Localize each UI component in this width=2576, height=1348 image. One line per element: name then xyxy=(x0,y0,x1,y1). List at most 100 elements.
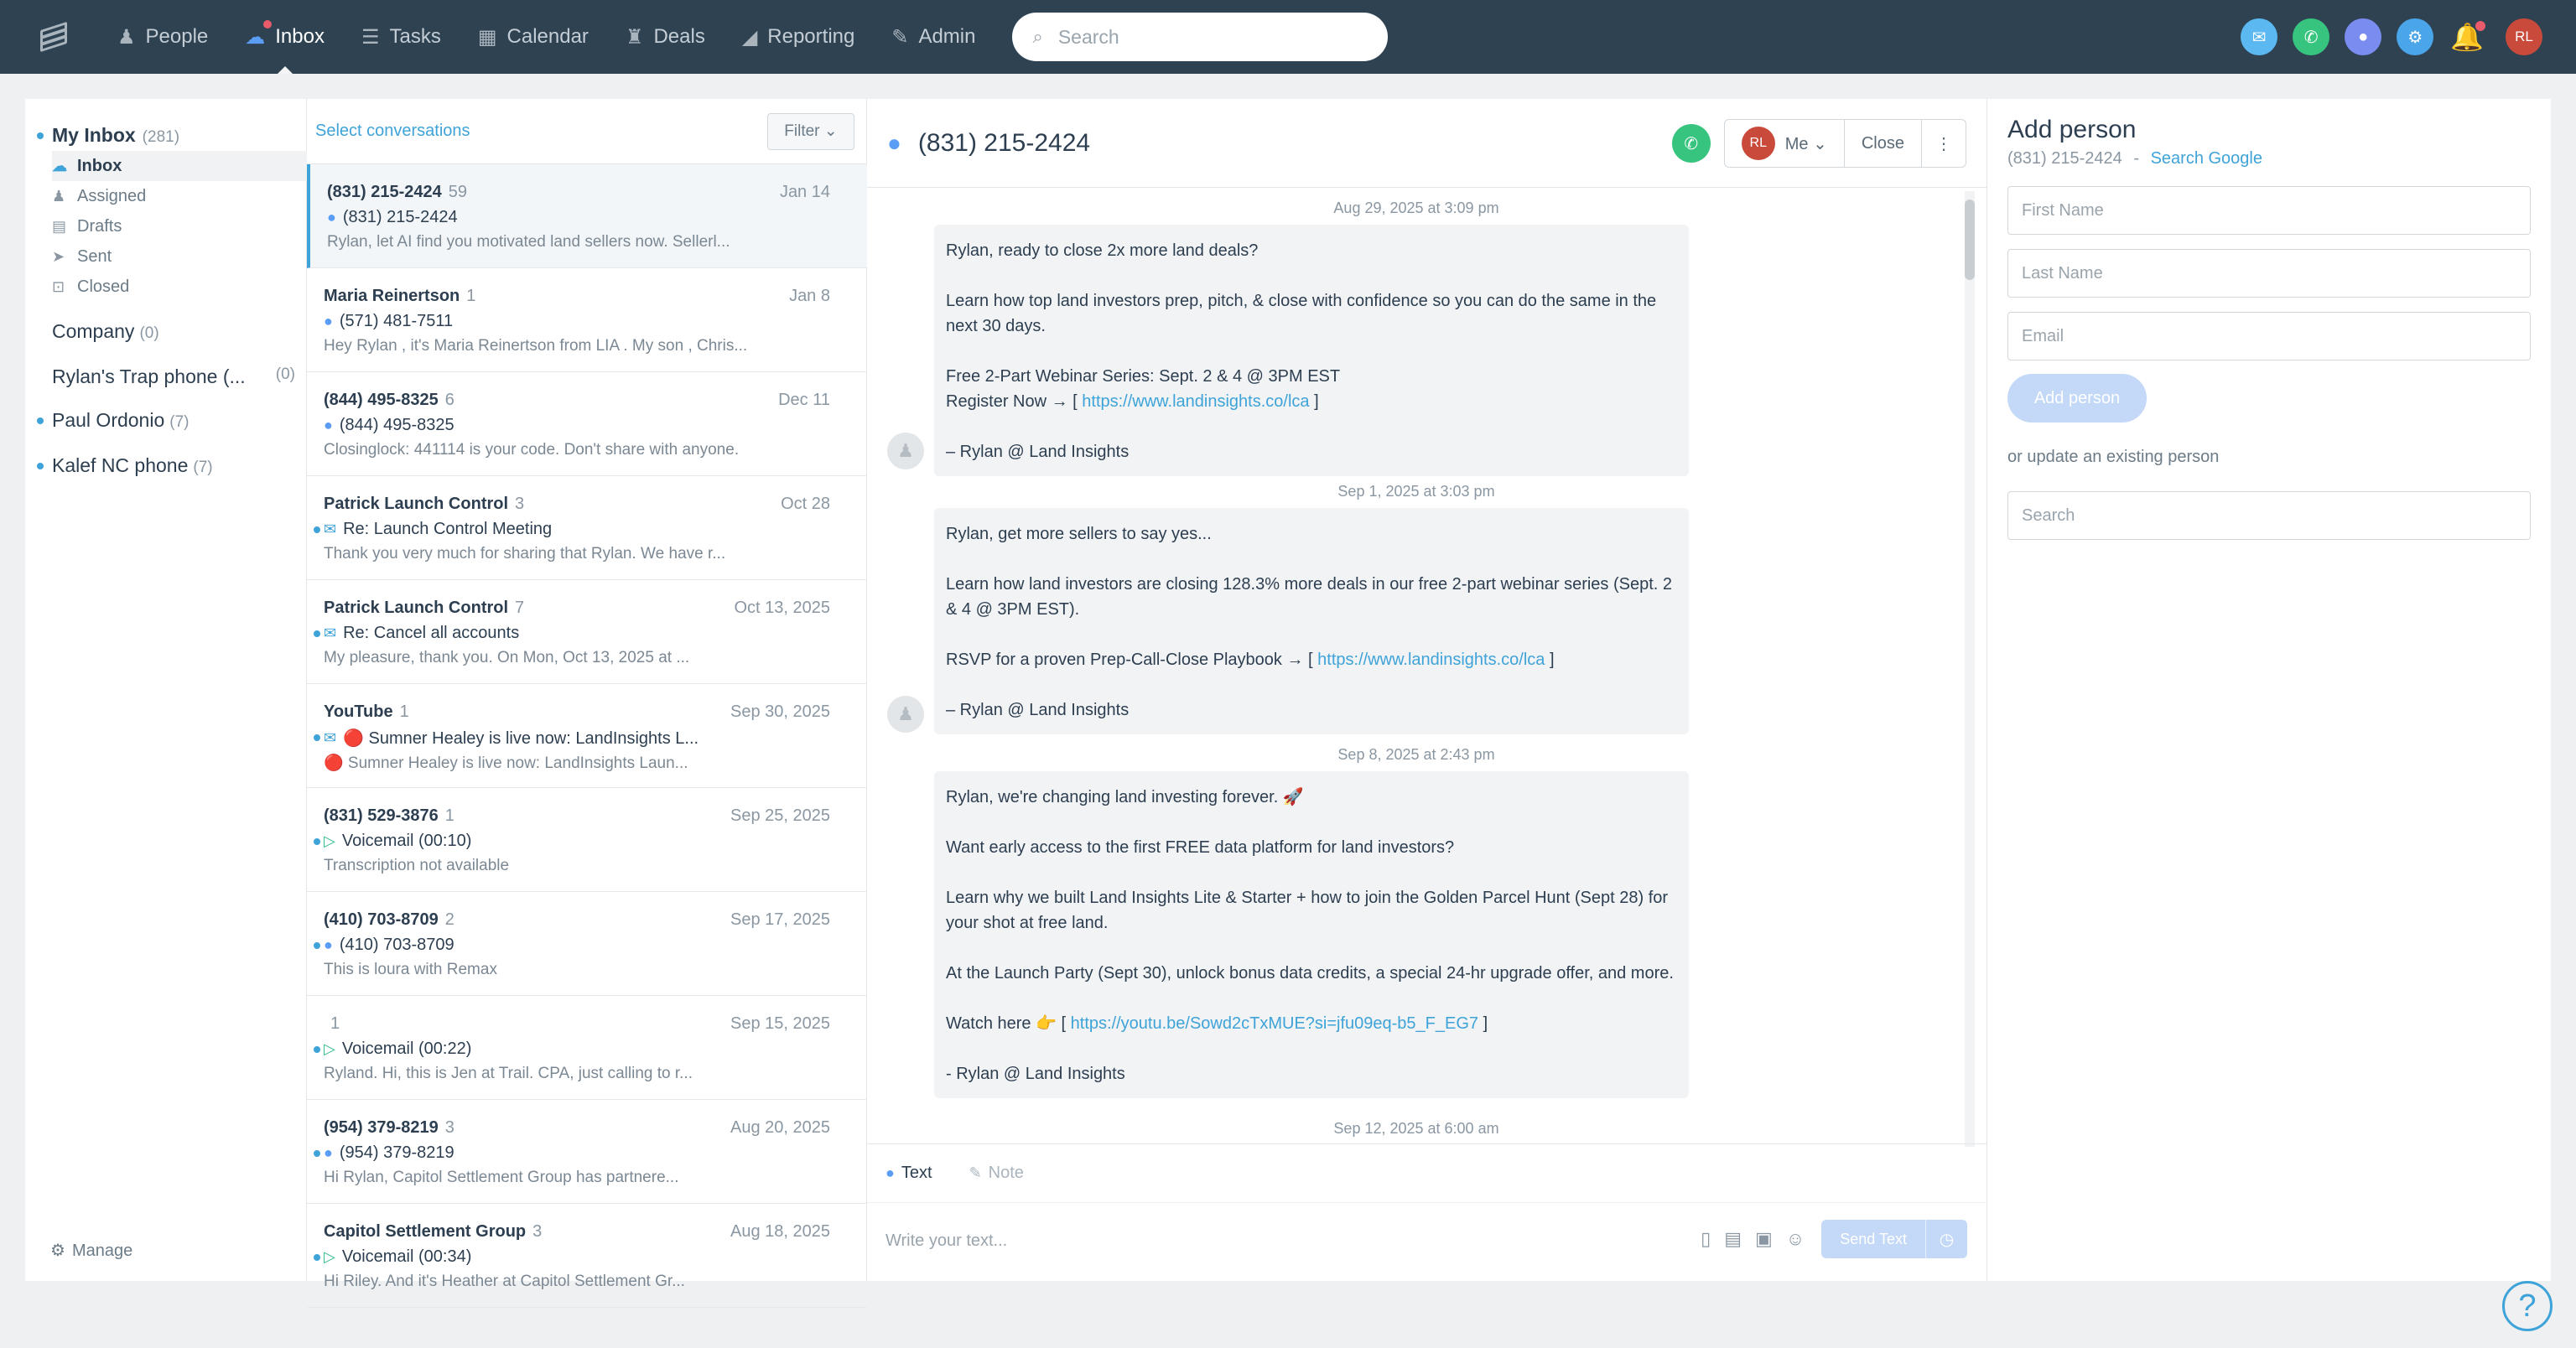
add-person-button[interactable]: Add person xyxy=(2007,374,2147,423)
nav-tasks-label: Tasks xyxy=(389,25,441,48)
gear-icon: ⚙ xyxy=(50,1242,65,1260)
sidebar-group-paul-ordonio[interactable]: Paul Ordonio (7) xyxy=(52,409,189,432)
first-name-field[interactable]: First Name xyxy=(2007,186,2531,235)
message-bubble: Rylan, get more sellers to say yes... Lea… xyxy=(934,508,1689,734)
nav-tasks[interactable]: ☰ Tasks xyxy=(343,0,460,74)
schedule-clock-icon[interactable]: ◷ xyxy=(1925,1220,1967,1258)
my-inbox-title[interactable]: My Inbox (281) xyxy=(52,124,179,147)
sidebar-item-drafts[interactable]: ▤ Drafts xyxy=(52,211,307,241)
message-signature: – Rylan @ Land Insights xyxy=(946,443,1130,461)
close-conversation-button[interactable]: Close xyxy=(1845,120,1922,167)
filter-button[interactable]: Filter ⌄ xyxy=(767,112,854,150)
message-icon: ● xyxy=(324,417,333,433)
conversation-item[interactable]: Capitol Settlement Group 3 Aug 18, 2025 ▷ Vo… xyxy=(307,1204,867,1308)
help-button[interactable]: ? xyxy=(2502,1281,2553,1331)
thread-scrollbar[interactable] xyxy=(1965,191,1975,1147)
add-person-subtitle: (831) 215-2424 - Search Google xyxy=(2007,149,2262,168)
conversation-item[interactable]: Maria Reinertson 1 Jan 8 ● (571) 481-7511 Hey… xyxy=(307,268,867,372)
nav-admin[interactable]: ✎ Admin xyxy=(873,0,994,74)
link-suffix: ] xyxy=(1478,1014,1488,1033)
message-bubble: Rylan, we're changing land investing for… xyxy=(934,771,1689,1098)
message-compose-icon[interactable]: ● xyxy=(2345,18,2382,55)
message-link-line: Register Now → [ https://www.landinsight… xyxy=(946,389,1677,414)
existing-person-search-input[interactable]: Search xyxy=(2007,491,2531,540)
conversation-item[interactable]: (844) 495-8325 6 Dec 11 ● (844) 495-8325 Clos… xyxy=(307,372,867,476)
message-link[interactable]: https://www.landinsights.co/lca xyxy=(1317,651,1545,669)
attach-file-icon[interactable]: ▯ xyxy=(1701,1228,1711,1250)
message-count: 1 xyxy=(466,287,476,305)
deals-icon: ♜ xyxy=(625,25,644,49)
sidebar-group-kalef-nc-phone[interactable]: Kalef NC phone (7) xyxy=(52,454,213,477)
email-field[interactable]: Email xyxy=(2007,312,2531,360)
send-text-button[interactable]: Send Text xyxy=(1821,1220,1925,1258)
contact-card-icon[interactable]: ▤ xyxy=(1724,1228,1742,1250)
conversation-name: 1 xyxy=(324,1014,340,1034)
conversation-preview: This is loura with Remax xyxy=(324,961,497,978)
global-search-input[interactable]: ⌕ Search xyxy=(1012,13,1389,61)
conversation-item[interactable]: Patrick Launch Control 3 Oct 28 ✉ Re: Launch… xyxy=(307,476,867,580)
message-link[interactable]: https://youtu.be/Sowd2cTxMUE?si=jfu09eq-… xyxy=(1071,1014,1478,1033)
tab-text[interactable]: ● Text xyxy=(886,1164,932,1183)
conversation-item[interactable]: (831) 215-2424 59 Jan 14 ● (831) 215-2424 Ryl… xyxy=(307,164,867,268)
conversation-name: Capitol Settlement Group 3 xyxy=(324,1222,542,1242)
message-line: Learn why we built Land Insights Lite & … xyxy=(946,889,1669,932)
messages-scroll-area[interactable]: Aug 29, 2025 at 3:09 pm Rylan, ready to … xyxy=(867,188,1987,1143)
message-text-input[interactable]: Write your text... xyxy=(886,1231,1007,1251)
last-name-field[interactable]: Last Name xyxy=(2007,249,2531,298)
nav-reporting[interactable]: ◢ Reporting xyxy=(724,0,874,74)
nav-inbox[interactable]: ☁ Inbox xyxy=(226,0,343,74)
message-timestamp: Sep 12, 2025 at 6:00 am xyxy=(1333,1120,1499,1137)
emoji-icon[interactable]: ☺ xyxy=(1786,1228,1805,1250)
notifications-bell-icon[interactable]: 🔔 xyxy=(2450,21,2485,53)
image-icon[interactable]: ▣ xyxy=(1755,1228,1773,1250)
contact-name: Patrick Launch Control xyxy=(324,599,509,617)
message-line xyxy=(946,622,1677,647)
dialer-settings-icon[interactable]: ⚙ xyxy=(2397,18,2434,55)
message-line xyxy=(946,860,1677,885)
inbox-icon: ☁ xyxy=(245,25,266,49)
message-link[interactable]: https://www.landinsights.co/lca xyxy=(1082,392,1309,411)
user-avatar[interactable]: RL xyxy=(2506,18,2542,55)
contact-name: YouTube xyxy=(324,703,393,721)
contact-name: (844) 495-8325 xyxy=(324,391,439,409)
nav-inbox-label: Inbox xyxy=(275,25,325,48)
my-inbox-label: My Inbox xyxy=(52,124,136,146)
message-count: 1 xyxy=(444,806,454,825)
nav-people-label: People xyxy=(145,25,209,48)
app-logo-icon[interactable] xyxy=(34,19,82,54)
phone-call-icon[interactable]: ✆ xyxy=(2293,18,2330,55)
sidebar-group-trap-phone[interactable]: Rylan's Trap phone (... (0) xyxy=(52,366,295,388)
email-compose-icon[interactable]: ✉ xyxy=(2241,18,2278,55)
conversation-item[interactable]: YouTube 1 Sep 30, 2025 ✉ 🔴 Sumner Healey is … xyxy=(307,684,867,788)
message-count: 3 xyxy=(515,495,525,513)
select-conversations-link[interactable]: Select conversations xyxy=(315,122,470,141)
message-timestamp: Aug 29, 2025 at 3:09 pm xyxy=(1333,200,1499,216)
sidebar-item-closed[interactable]: ⊡ Closed xyxy=(52,272,307,302)
call-button[interactable]: ✆ xyxy=(1671,124,1711,163)
subject-text: Voicemail (00:22) xyxy=(341,1040,472,1058)
conversation-item[interactable]: (410) 703-8709 2 Sep 17, 2025 ● (410) 703-87… xyxy=(307,892,867,996)
conversation-item[interactable]: (831) 529-3876 1 Sep 25, 2025 ▷ Voicemail (0… xyxy=(307,788,867,892)
sidebar-item-sent[interactable]: ➤ Sent xyxy=(52,241,307,272)
message-line: Learn how top land investors prep, pitch… xyxy=(946,292,1657,335)
conversation-date: Oct 28 xyxy=(781,495,830,513)
conversation-item[interactable]: Patrick Launch Control 7 Oct 13, 2025 ✉ Re: … xyxy=(307,580,867,684)
scrollbar-thumb[interactable] xyxy=(1965,200,1975,280)
assignee-dropdown[interactable]: RL Me ⌄ xyxy=(1725,120,1845,167)
nav-calendar[interactable]: ▦ Calendar xyxy=(460,0,607,74)
sidebar-item-assigned[interactable]: ♟ Assigned xyxy=(52,181,307,211)
sidebar-group-company[interactable]: Company (0) xyxy=(52,320,159,343)
contact-name: Capitol Settlement Group xyxy=(324,1222,527,1241)
conversation-item[interactable]: 1 Sep 15, 2025 ▷ Voicemail (00:22) Ryland. H… xyxy=(307,996,867,1100)
conversation-item[interactable]: (954) 379-8219 3 Aug 20, 2025 ● (954) 379-82… xyxy=(307,1100,867,1204)
manage-button[interactable]: ⚙ Manage xyxy=(50,1240,132,1261)
tab-note[interactable]: ✎ Note xyxy=(969,1164,1024,1183)
message-composer: ● Text ✎ Note Write your text... ▯ ▤ ▣ ☺ S… xyxy=(867,1143,1987,1281)
search-google-link[interactable]: Search Google xyxy=(2151,149,2262,168)
message-spacer xyxy=(946,1036,1677,1061)
more-options-icon[interactable]: ⋮ xyxy=(1922,120,1966,167)
nav-people[interactable]: ♟ People xyxy=(99,0,226,74)
nav-deals[interactable]: ♜ Deals xyxy=(607,0,724,74)
message-link-line: RSVP for a proven Prep-Call-Close Playbo… xyxy=(946,647,1677,672)
sidebar-item-inbox[interactable]: ☁ Inbox xyxy=(52,151,307,181)
